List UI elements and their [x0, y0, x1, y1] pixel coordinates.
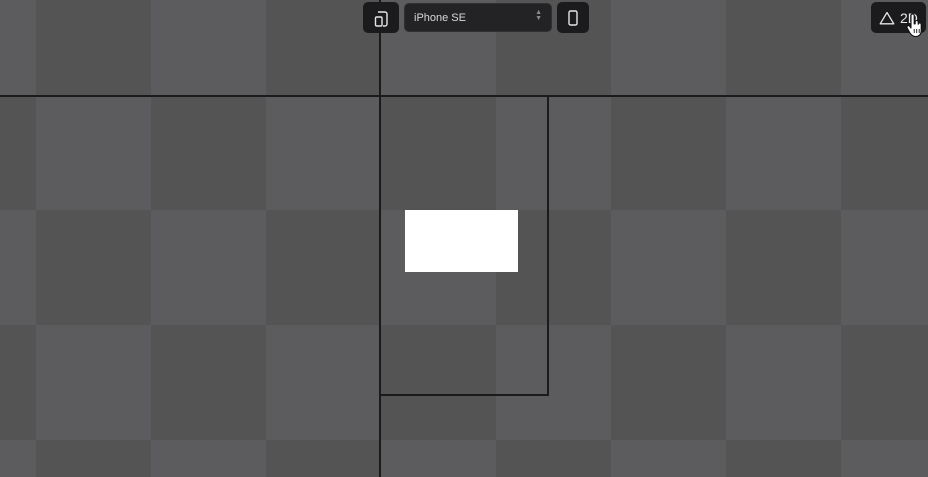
orientation-button[interactable]: [557, 2, 589, 33]
portrait-phone-icon: [568, 9, 578, 26]
rotate-device-button[interactable]: [363, 2, 399, 33]
preview-canvas: [0, 0, 928, 477]
device-select[interactable]: iPhone SE ▲ ▼: [404, 3, 552, 32]
hand-pointer-icon: [906, 13, 922, 38]
device-select-value: iPhone SE: [414, 11, 466, 24]
rotate-device-icon: [374, 10, 388, 27]
updown-caret-icon: ▲ ▼: [535, 9, 542, 22]
triangle-icon: [879, 11, 895, 24]
content-block[interactable]: [405, 210, 518, 272]
